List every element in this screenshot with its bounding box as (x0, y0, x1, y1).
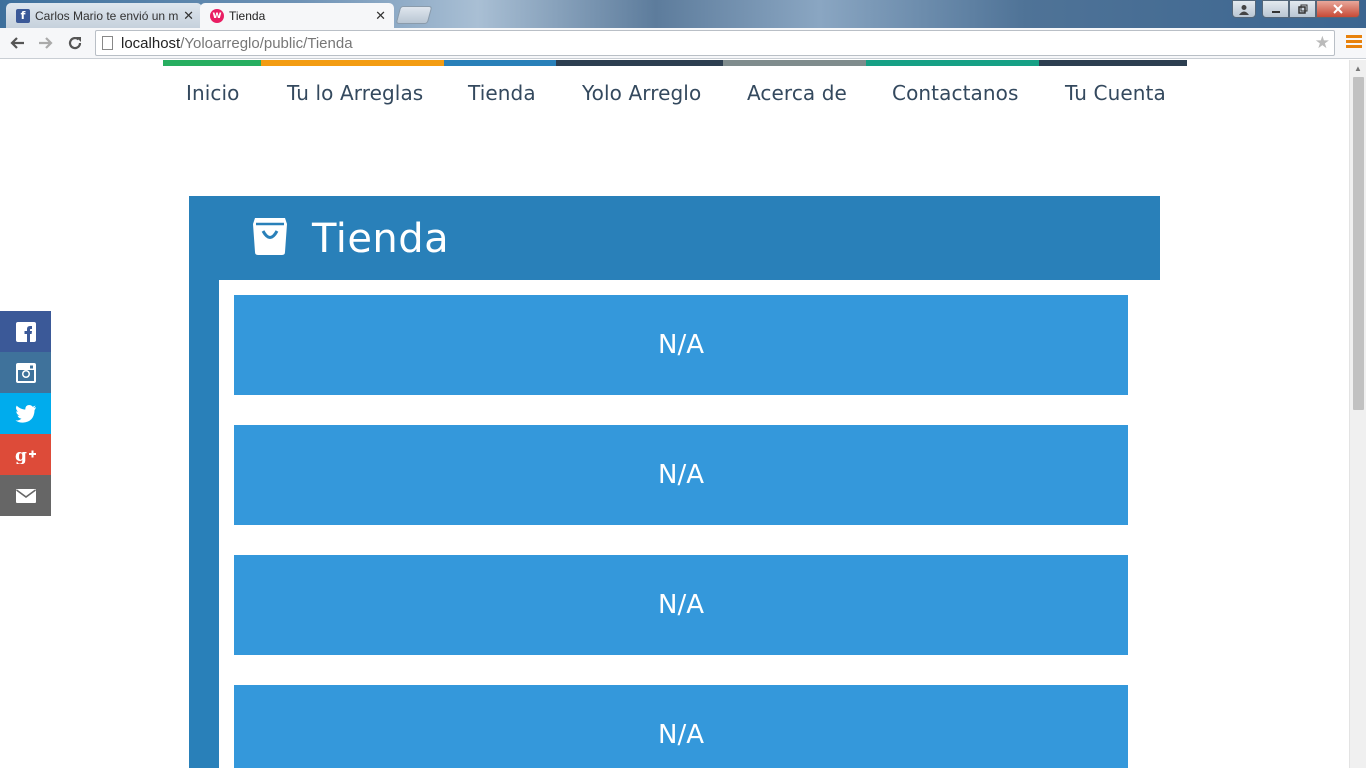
user-icon (1239, 4, 1249, 15)
instagram-icon (15, 362, 36, 383)
nav-item-tienda[interactable]: Tienda (468, 81, 536, 105)
restore-icon (1297, 4, 1307, 14)
forward-button[interactable] (35, 32, 57, 54)
tab-title: Tienda (229, 8, 266, 23)
product-card[interactable]: N/A (234, 295, 1128, 395)
nav-item-acerca-de[interactable]: Acerca de (747, 81, 847, 105)
shopping-bag-icon (253, 218, 287, 255)
product-card[interactable]: N/A (234, 425, 1128, 525)
reload-icon (68, 36, 82, 50)
social-share-bar: g (0, 311, 51, 516)
window-controls (1232, 0, 1360, 18)
nav-item-contactanos[interactable]: Contactanos (892, 81, 1019, 105)
google-plus-share-button[interactable]: g (0, 434, 51, 475)
browser-toolbar: localhost/Yoloarreglo/public/Tienda ★ (0, 28, 1366, 59)
facebook-share-button[interactable] (0, 311, 51, 352)
facebook-icon (15, 321, 36, 342)
close-window-button[interactable] (1316, 0, 1360, 18)
back-button[interactable] (6, 32, 28, 54)
page-viewport: Inicio Tu lo Arreglas Tienda Yolo Arregl… (0, 60, 1349, 768)
bookmark-star-icon[interactable]: ★ (1315, 33, 1330, 53)
minimize-button[interactable] (1262, 0, 1289, 18)
svg-text:g: g (15, 446, 27, 464)
forward-icon (39, 37, 53, 49)
instagram-share-button[interactable] (0, 352, 51, 393)
tab-facebook[interactable]: f Carlos Mario te envió un m ✕ (6, 3, 202, 28)
store-panel: Tienda N/A N/A N/A N/A (189, 196, 1160, 768)
user-profile-button[interactable] (1232, 0, 1256, 18)
main-nav: Inicio Tu lo Arreglas Tienda Yolo Arregl… (163, 66, 1187, 116)
restore-button[interactable] (1289, 0, 1316, 18)
nav-item-inicio[interactable]: Inicio (186, 81, 240, 105)
tab-title: Carlos Mario te envió un m (35, 8, 179, 23)
tab-close-icon[interactable]: ✕ (183, 8, 194, 24)
email-share-button[interactable] (0, 475, 51, 516)
product-list: N/A N/A N/A N/A (219, 280, 1160, 768)
product-card[interactable]: N/A (234, 685, 1128, 768)
page-scrollbar[interactable]: ▲ (1349, 60, 1366, 768)
chrome-menu-icon[interactable] (1346, 33, 1362, 51)
browser-titlebar: f Carlos Mario te envió un m ✕ w Tienda … (0, 0, 1366, 28)
url-host: localhost (121, 34, 181, 52)
store-header: Tienda (189, 196, 1160, 280)
url-path: /Yoloarreglo/public/Tienda (180, 34, 353, 52)
nav-item-tu-lo-arreglas[interactable]: Tu lo Arreglas (287, 81, 423, 105)
google-plus-icon: g (15, 446, 36, 464)
scroll-up-arrow-icon[interactable]: ▲ (1350, 60, 1366, 77)
reload-button[interactable] (64, 32, 86, 54)
new-tab-button[interactable] (395, 6, 433, 24)
address-bar[interactable]: localhost/Yoloarreglo/public/Tienda ★ (95, 30, 1335, 56)
page-icon (102, 36, 113, 50)
nav-item-tu-cuenta[interactable]: Tu Cuenta (1065, 81, 1166, 105)
back-icon (10, 37, 24, 49)
yolo-favicon-icon: w (210, 8, 224, 23)
nav-item-yolo-arreglo[interactable]: Yolo Arreglo (582, 81, 701, 105)
email-icon (15, 488, 36, 503)
page-title: Tienda (312, 216, 450, 262)
scroll-thumb[interactable] (1353, 77, 1364, 410)
tab-tienda[interactable]: w Tienda ✕ (200, 3, 394, 28)
twitter-share-button[interactable] (0, 393, 51, 434)
facebook-favicon-icon: f (16, 8, 30, 23)
product-card[interactable]: N/A (234, 555, 1128, 655)
close-icon (1333, 4, 1343, 14)
tab-close-icon[interactable]: ✕ (375, 8, 386, 24)
twitter-icon (15, 404, 36, 423)
minimize-icon (1271, 11, 1280, 13)
